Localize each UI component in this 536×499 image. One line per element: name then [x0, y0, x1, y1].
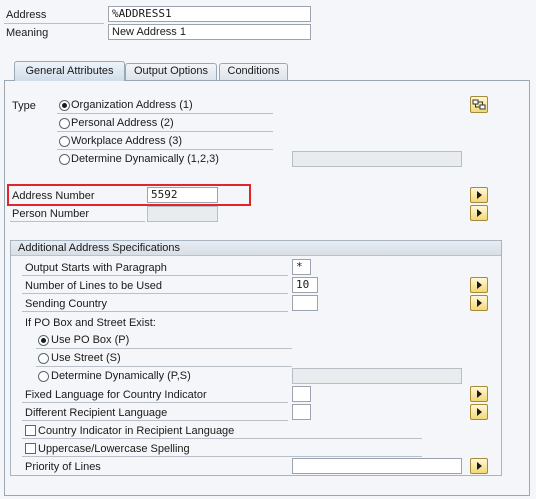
- divider: [57, 131, 273, 132]
- radio-determine-dynamically[interactable]: [59, 154, 70, 165]
- radio-determine-dynamically-label: Determine Dynamically (1,2,3): [71, 153, 219, 165]
- divider: [36, 348, 292, 349]
- divider: [57, 113, 273, 114]
- tab-output-options[interactable]: Output Options: [125, 63, 217, 80]
- uppercase-label: Uppercase/Lowercase Spelling: [38, 443, 190, 455]
- priority-label: Priority of Lines: [25, 461, 101, 473]
- radio-organization-address[interactable]: [59, 100, 70, 111]
- po-dynamic-field[interactable]: [292, 368, 462, 384]
- address-number-arrow-button[interactable]: [470, 187, 488, 203]
- radio-organization-address-label: Organization Address (1): [71, 99, 193, 111]
- sending-country-arrow-button[interactable]: [470, 295, 488, 311]
- diff-recipient-arrow-button[interactable]: [470, 404, 488, 420]
- tab-general-attributes-label: General Attributes: [25, 65, 114, 77]
- radio-use-street[interactable]: [38, 353, 49, 364]
- diff-recipient-label: Different Recipient Language: [25, 407, 168, 419]
- country-indicator-label: Country Indicator in Recipient Language: [38, 425, 235, 437]
- address-field[interactable]: %ADDRESS1: [108, 6, 311, 22]
- divider: [22, 438, 422, 439]
- sending-country-label: Sending Country: [25, 298, 107, 310]
- divider: [36, 366, 292, 367]
- radio-use-street-label: Use Street (S): [51, 352, 121, 364]
- type-dynamic-field[interactable]: [292, 151, 462, 167]
- divider: [22, 275, 288, 276]
- sending-country-field[interactable]: [292, 295, 318, 311]
- tab-conditions-label: Conditions: [227, 65, 280, 77]
- radio-workplace-address[interactable]: [59, 136, 70, 147]
- priority-field[interactable]: [292, 458, 462, 474]
- lines-arrow-button[interactable]: [470, 277, 488, 293]
- radio-personal-address-label: Personal Address (2): [71, 117, 174, 129]
- radio-po-determine-dynamically[interactable]: [38, 371, 49, 382]
- address-label: Address: [6, 9, 47, 21]
- person-number-field[interactable]: [147, 206, 218, 222]
- divider: [22, 311, 288, 312]
- meaning-field[interactable]: New Address 1: [108, 24, 311, 40]
- lines-field[interactable]: 10: [292, 277, 318, 293]
- radio-use-po-box[interactable]: [38, 335, 49, 346]
- divider: [10, 221, 145, 222]
- type-label: Type: [12, 100, 36, 112]
- divider: [22, 456, 422, 457]
- radio-personal-address[interactable]: [59, 118, 70, 129]
- country-indicator-checkbox[interactable]: [25, 425, 36, 436]
- radio-use-po-box-label: Use PO Box (P): [51, 334, 130, 346]
- fixed-language-arrow-button[interactable]: [470, 386, 488, 402]
- diff-recipient-field[interactable]: [292, 404, 311, 420]
- tab-output-options-label: Output Options: [134, 65, 208, 77]
- fixed-language-field[interactable]: [292, 386, 311, 402]
- output-starts-field[interactable]: *: [292, 259, 311, 275]
- address-type-icon[interactable]: [470, 96, 488, 113]
- po-box-heading: If PO Box and Street Exist:: [25, 317, 156, 329]
- person-number-arrow-button[interactable]: [470, 205, 488, 221]
- address-number-highlight: [7, 184, 251, 206]
- person-number-label: Person Number: [12, 208, 90, 220]
- divider: [22, 420, 288, 421]
- tab-general-attributes[interactable]: General Attributes: [14, 61, 125, 81]
- tab-conditions[interactable]: Conditions: [219, 63, 288, 80]
- divider: [57, 149, 273, 150]
- lines-label: Number of Lines to be Used: [25, 280, 162, 292]
- divider: [22, 402, 288, 403]
- address-underline: [4, 23, 104, 24]
- radio-po-determine-dynamically-label: Determine Dynamically (P,S): [51, 370, 191, 382]
- priority-arrow-button[interactable]: [470, 458, 488, 474]
- fixed-language-label: Fixed Language for Country Indicator: [25, 389, 207, 401]
- radio-workplace-address-label: Workplace Address (3): [71, 135, 183, 147]
- uppercase-checkbox[interactable]: [25, 443, 36, 454]
- meaning-label: Meaning: [6, 27, 49, 39]
- group-title: Additional Address Specifications: [11, 241, 501, 256]
- output-starts-label: Output Starts with Paragraph: [25, 262, 167, 274]
- divider: [22, 293, 288, 294]
